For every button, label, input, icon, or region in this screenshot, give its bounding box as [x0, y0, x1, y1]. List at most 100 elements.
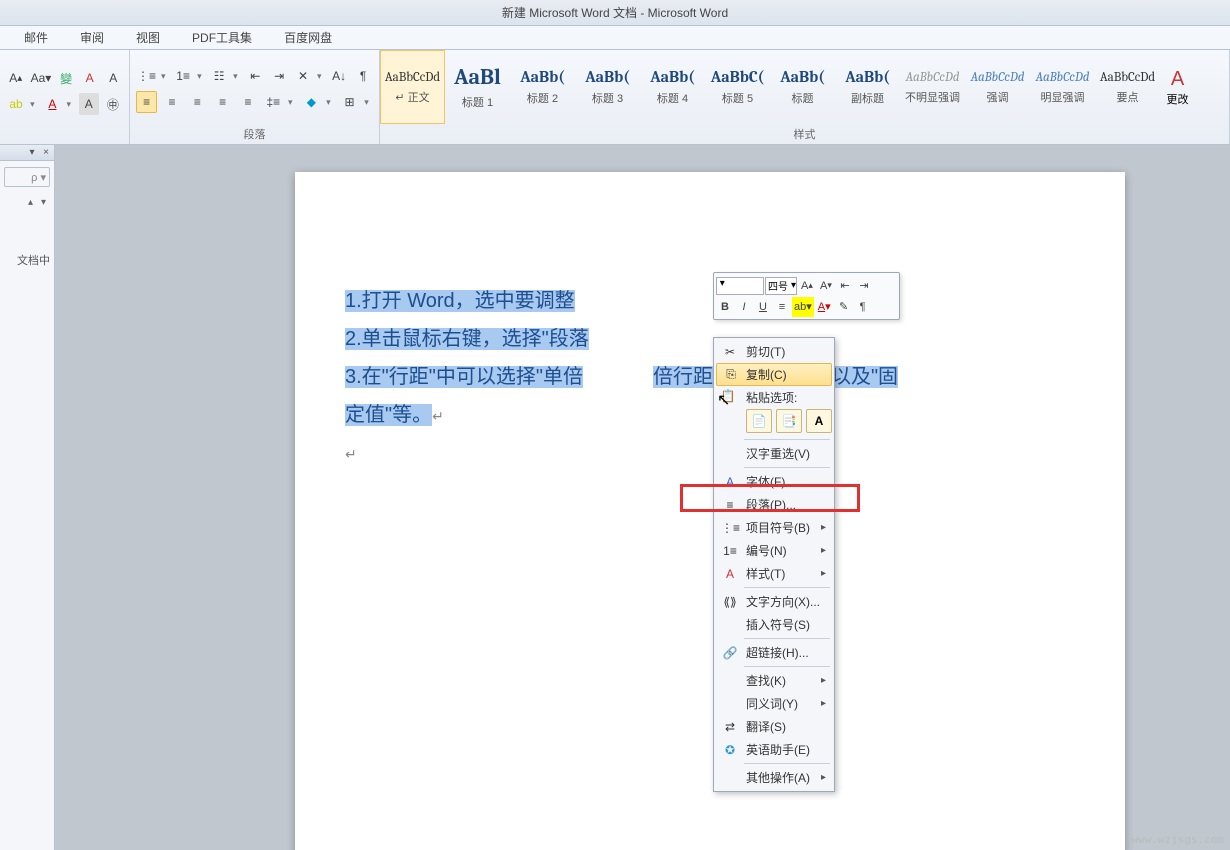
line-spacing-button[interactable]: ‡≡: [263, 91, 284, 113]
clear-format-button[interactable]: A: [80, 67, 100, 89]
style-intense-em[interactable]: AaBbCcDd明显强调: [1030, 50, 1095, 124]
style-strong[interactable]: AaBbCcDd要点: [1095, 50, 1160, 124]
multilevel-button[interactable]: ☷: [209, 65, 229, 87]
submenu-arrow-icon: ▸: [821, 675, 826, 686]
style-heading4[interactable]: AaBb(标题 4: [640, 50, 705, 124]
phonetic-button[interactable]: 變: [56, 67, 76, 89]
cm-bullets[interactable]: ⋮≡项目符号(B)▸: [716, 516, 832, 539]
tab-view[interactable]: 视图: [130, 26, 166, 49]
style-subtle-em[interactable]: AaBbCcDd不明显强调: [900, 50, 965, 124]
sort-button[interactable]: A↓: [329, 65, 349, 87]
enclose-char-button[interactable]: ㊥: [103, 93, 123, 115]
paste-text-only[interactable]: A: [806, 409, 832, 433]
cm-paragraph[interactable]: ≡段落(P)...: [716, 493, 832, 516]
cm-other[interactable]: 其他操作(A)▸: [716, 766, 832, 789]
change-case-button[interactable]: Aa▾: [30, 67, 53, 89]
mini-styles[interactable]: ¶: [854, 297, 872, 317]
text-line-3a[interactable]: 3.在"行距"中可以选择"单倍: [345, 366, 583, 388]
font-color-button[interactable]: A: [42, 93, 62, 115]
paste-merge[interactable]: 📑: [776, 409, 802, 433]
page: 1.打开 Word，选中要调整 2.单击鼠标右键，选择"段落 3.在"行距"中可…: [295, 172, 1125, 850]
cut-icon: ✂: [721, 345, 739, 359]
borders-button[interactable]: ⊞: [339, 91, 360, 113]
style-heading3[interactable]: AaBb(标题 3: [575, 50, 640, 124]
mini-font-select[interactable]: ▾: [716, 277, 764, 295]
cm-hyperlink[interactable]: 🔗超链接(H)...: [716, 641, 832, 664]
mini-highlight[interactable]: ab▾: [792, 297, 814, 317]
nav-search-input[interactable]: ρ ▾: [4, 167, 50, 187]
show-marks-button[interactable]: ¶: [353, 65, 373, 87]
cm-copy[interactable]: ⎘复制(C): [716, 363, 832, 386]
text-line-1[interactable]: 1.打开 Word，选中要调整: [345, 290, 575, 312]
shading-button[interactable]: ◆: [301, 91, 322, 113]
style-heading5[interactable]: AaBbC(标题 5: [705, 50, 770, 124]
highlight-button[interactable]: ab: [6, 93, 26, 115]
style-heading2[interactable]: AaBb(标题 2: [510, 50, 575, 124]
nav-close-icon[interactable]: ×: [40, 147, 52, 159]
char-border-button[interactable]: A: [103, 67, 123, 89]
bullets-icon: ⋮≡: [721, 521, 739, 535]
mini-shrink-font[interactable]: A▾: [817, 276, 835, 296]
mini-italic[interactable]: I: [735, 297, 753, 317]
cm-numbering[interactable]: 1≡编号(N)▸: [716, 539, 832, 562]
align-center-button[interactable]: ≡: [161, 91, 182, 113]
style-heading1[interactable]: AaBl标题 1: [445, 50, 510, 124]
cm-style[interactable]: A样式(T)▸: [716, 562, 832, 585]
mini-inc-indent[interactable]: ⇥: [855, 276, 873, 296]
cm-hanzi[interactable]: 汉字重选(V): [716, 442, 832, 465]
tab-mail[interactable]: 邮件: [18, 26, 54, 49]
numbering-button[interactable]: 1≡: [173, 65, 193, 87]
navigation-pane: ▾ × ρ ▾ ▴ ▾ 文档中: [0, 145, 55, 850]
mini-center[interactable]: ≡: [773, 297, 791, 317]
cm-synonym[interactable]: 同义词(Y)▸: [716, 692, 832, 715]
styles-group: AaBbCcDd↵ 正文 AaBl标题 1 AaBb(标题 2 AaBb(标题 …: [380, 50, 1230, 144]
paste-keep-format[interactable]: 📄: [746, 409, 772, 433]
mini-dec-indent[interactable]: ⇤: [836, 276, 854, 296]
ribbon: A▴ Aa▾ 變 A A ab▾ A▾ A ㊥ ⋮≡▾ 1≡▾ ☷▾ ⇤ ⇥: [0, 50, 1230, 145]
nav-down-icon[interactable]: ▾: [41, 197, 46, 208]
ribbon-tabs: 邮件 审阅 视图 PDF工具集 百度网盘: [0, 26, 1230, 50]
char-shading-button[interactable]: A: [79, 93, 99, 115]
cm-symbol[interactable]: 插入符号(S): [716, 613, 832, 636]
cm-translate[interactable]: ⇄翻译(S): [716, 715, 832, 738]
paste-icon: 📋: [719, 389, 737, 403]
styles-gallery[interactable]: AaBbCcDd↵ 正文 AaBl标题 1 AaBb(标题 2 AaBb(标题 …: [380, 50, 1229, 124]
text-line-2[interactable]: 2.单击鼠标右键，选择"段落: [345, 328, 589, 350]
tab-review[interactable]: 审阅: [74, 26, 110, 49]
asian-layout-button[interactable]: ✕: [293, 65, 313, 87]
document-body[interactable]: 1.打开 Word，选中要调整 2.单击鼠标右键，选择"段落 3.在"行距"中可…: [295, 172, 1125, 472]
cm-font[interactable]: A字体(F)...: [716, 470, 832, 493]
align-left-button[interactable]: ≡: [136, 91, 157, 113]
mini-toolbar: ▾ 四号▾ A▴ A▾ ⇤ ⇥ B I U ≡ ab▾ A▾ ✎ ¶: [713, 272, 900, 320]
tab-baidu[interactable]: 百度网盘: [278, 26, 338, 49]
mini-underline[interactable]: U: [754, 297, 772, 317]
bullets-button[interactable]: ⋮≡: [136, 65, 157, 87]
distribute-button[interactable]: ≡: [237, 91, 258, 113]
cm-cut[interactable]: ✂剪切(T): [716, 340, 832, 363]
tab-pdf[interactable]: PDF工具集: [186, 26, 258, 49]
cm-find[interactable]: 查找(K)▸: [716, 669, 832, 692]
increase-indent-button[interactable]: ⇥: [269, 65, 289, 87]
mini-grow-font[interactable]: A▴: [798, 276, 816, 296]
mini-size-select[interactable]: 四号▾: [765, 277, 797, 295]
style-subtitle[interactable]: AaBb(副标题: [835, 50, 900, 124]
cm-english-helper[interactable]: ✪英语助手(E): [716, 738, 832, 761]
nav-dropdown-icon[interactable]: ▾: [26, 147, 38, 159]
grow-font-button[interactable]: A▴: [6, 67, 26, 89]
document-area[interactable]: 1.打开 Word，选中要调整 2.单击鼠标右键，选择"段落 3.在"行距"中可…: [55, 145, 1230, 850]
text-line-4[interactable]: 定值"等。: [345, 404, 432, 426]
mini-font-color[interactable]: A▾: [815, 297, 834, 317]
nav-up-icon[interactable]: ▴: [28, 197, 33, 208]
paragraph-icon: ≡: [721, 498, 739, 512]
style-normal[interactable]: AaBbCcDd↵ 正文: [380, 50, 445, 124]
style-title[interactable]: AaBb(标题: [770, 50, 835, 124]
decrease-indent-button[interactable]: ⇤: [245, 65, 265, 87]
align-right-button[interactable]: ≡: [187, 91, 208, 113]
justify-button[interactable]: ≡: [212, 91, 233, 113]
cm-text-direction[interactable]: ⟪⟫文字方向(X)...: [716, 590, 832, 613]
mini-bold[interactable]: B: [716, 297, 734, 317]
mini-format-painter[interactable]: ✎: [835, 297, 853, 317]
change-styles-button[interactable]: A更改: [1160, 50, 1195, 124]
style-emphasis[interactable]: AaBbCcDd强调: [965, 50, 1030, 124]
window-title: 新建 Microsoft Word 文档 - Microsoft Word: [502, 4, 728, 21]
